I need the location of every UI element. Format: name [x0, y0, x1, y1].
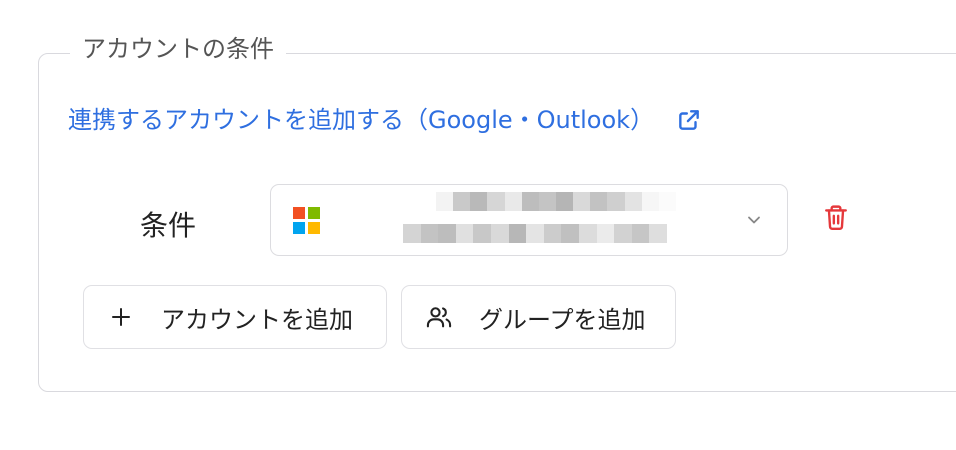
add-group-label: グループを追加	[479, 305, 646, 334]
delete-condition-button[interactable]	[821, 204, 851, 236]
add-group-button[interactable]: グループを追加	[401, 285, 676, 349]
obscured-account-email	[403, 224, 667, 243]
add-linked-account-link[interactable]: 連携するアカウントを追加する（Google・Outlook）	[68, 104, 702, 136]
condition-label: 条件	[140, 209, 197, 242]
plus-icon	[106, 302, 136, 332]
account-conditions-panel: アカウントの条件 連携するアカウントを追加する（Google・Outlook） …	[0, 0, 956, 450]
add-linked-account-link-label: 連携するアカウントを追加する（Google・Outlook）	[68, 106, 655, 134]
obscured-account-name	[436, 192, 676, 211]
add-account-label: アカウントを追加	[161, 305, 353, 334]
users-icon	[424, 302, 454, 332]
chevron-down-icon	[743, 209, 765, 231]
external-link-icon	[676, 107, 702, 133]
section-legend: アカウントの条件	[70, 34, 286, 64]
add-account-button[interactable]: アカウントを追加	[83, 285, 387, 349]
microsoft-logo-icon	[293, 207, 320, 234]
trash-icon	[823, 203, 849, 237]
account-select[interactable]	[270, 184, 788, 256]
